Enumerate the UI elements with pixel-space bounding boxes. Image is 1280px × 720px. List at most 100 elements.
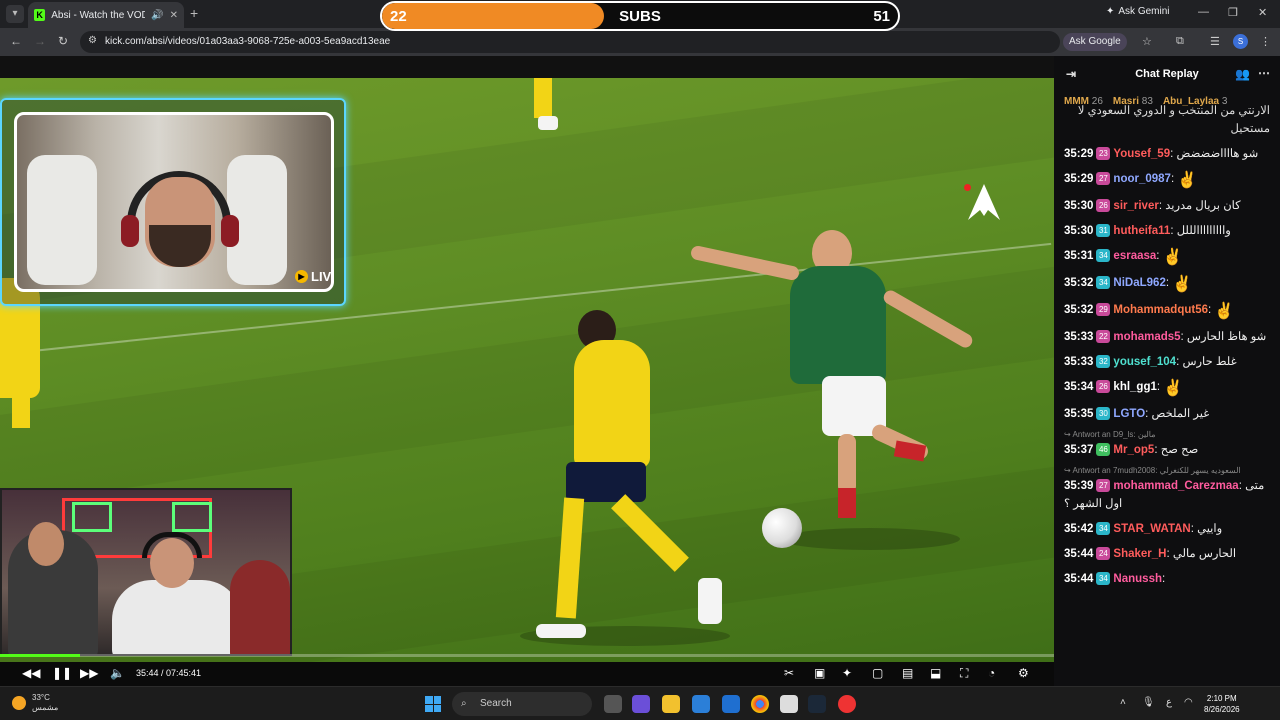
close-tab-icon[interactable]: ✕ [170, 10, 178, 21]
emote-icon: ✌ [1177, 172, 1198, 189]
copilot-icon[interactable] [632, 695, 650, 713]
chat-username[interactable]: NiDaL962 [1113, 277, 1165, 289]
chat-username[interactable]: mohammad_Carezmaa [1113, 480, 1238, 492]
restore-button[interactable]: ❐ [1228, 6, 1238, 19]
tray-chevron-icon[interactable]: ˄ [1120, 697, 1126, 708]
subscriber-badge: 34 [1096, 276, 1111, 289]
player-controls: ◀◀ ❚❚ ▶▶ 🔈 35:44 / 07:45:41 ✂ ▣ ✦ ▢ ▤ ⬓ … [0, 662, 1054, 686]
language-icon[interactable]: ع [1166, 697, 1172, 708]
system-clock[interactable]: 2:10 PM 8/26/2026 [1204, 693, 1240, 715]
close-window-button[interactable]: ✕ [1258, 6, 1267, 19]
app-icon[interactable] [838, 695, 856, 713]
windows-taskbar: 33°C مشمس ⌕ Search ˄ 🎙 ع ◠ 2:10 PM 8/26/… [0, 686, 1280, 720]
forward-icon[interactable]: ▶▶ [80, 666, 98, 680]
reading-list-icon[interactable]: ☰ [1210, 35, 1220, 48]
chat-username[interactable]: yousef_104 [1113, 356, 1176, 368]
message-time: 35:42 [1064, 523, 1094, 535]
chat-username[interactable]: sir_river [1113, 200, 1158, 212]
reload-button[interactable]: ↻ [58, 34, 68, 48]
chat-username[interactable]: esraasa [1113, 250, 1156, 262]
subscriber-badge: 34 [1096, 522, 1111, 535]
bookmark-star-icon[interactable]: ☆ [1142, 35, 1152, 48]
ask-gemini-label: Ask Gemini [1118, 6, 1170, 17]
clock-time: 2:10 PM [1206, 694, 1237, 703]
extensions-icon[interactable]: ⧉ [1176, 35, 1184, 48]
subs-goal: 51 [873, 8, 890, 25]
chrome-icon[interactable] [751, 695, 769, 713]
back-button[interactable]: ← [10, 34, 22, 48]
new-tab-button[interactable]: + [190, 5, 198, 21]
chat-message: 35:39 27 mohammad_Carezmaa: متى اول الشهر … [1064, 477, 1270, 513]
ask-google-button[interactable]: Ask Google [1063, 33, 1127, 51]
message-time: 35:32 [1064, 277, 1094, 289]
users-icon[interactable]: 👥 [1235, 67, 1250, 81]
chat-message-text: كان بريال مدريد [1165, 200, 1241, 212]
profile-avatar[interactable]: S [1233, 34, 1248, 49]
video-progress-bar[interactable] [0, 654, 1054, 657]
rewind-icon[interactable]: ◀◀ [22, 666, 40, 680]
message-time: 35:30 [1064, 225, 1094, 237]
site-info-icon[interactable]: ⚙ [88, 35, 97, 46]
pause-icon[interactable]: ❚❚ [52, 666, 72, 680]
menu-dots-icon[interactable]: ⋮ [1260, 35, 1271, 48]
store-icon[interactable] [692, 695, 710, 713]
neon-sign [72, 502, 112, 532]
cast-icon[interactable]: ⬓ [930, 666, 941, 680]
guest-face [28, 522, 64, 566]
tab-search-button[interactable]: ▾ [6, 5, 24, 23]
chat-username[interactable]: Nanussh [1113, 573, 1162, 585]
start-button[interactable] [425, 696, 441, 712]
theater-icon[interactable]: ▤ [902, 666, 913, 680]
chat-message: 35:35 30 LGTO: غير الملخص [1064, 405, 1270, 423]
chat-message: 35:44 24 Shaker_H: الحارس مالي [1064, 545, 1270, 563]
reply-reference[interactable]: ↪ Antwort an D9_ls: مالين [1064, 430, 1270, 439]
minimize-button[interactable]: — [1198, 6, 1209, 18]
active-tab[interactable]: K Absi - Watch the VOD on K 🔊 ✕ [28, 2, 184, 28]
emote-icon: ✌ [1172, 276, 1193, 293]
subs-goal-bar: 22 SUBS 51 [380, 1, 900, 31]
chat-username[interactable]: Mohammadqut56 [1113, 304, 1208, 316]
settings-gear-icon[interactable]: ⚙ [1018, 666, 1029, 680]
chat-message: 35:33 22 mohamads5: شو هاظ الحارس [1064, 328, 1270, 346]
chat-username[interactable]: hutheifa11 [1113, 225, 1170, 237]
volume-icon[interactable]: 🔈 [110, 666, 125, 680]
taskbar-search[interactable]: ⌕ Search [452, 692, 592, 716]
captions-icon[interactable]: ▣ [814, 666, 825, 680]
speaker-icon[interactable]: 🔊 [151, 10, 163, 21]
subscriber-badge: 30 [1096, 407, 1111, 420]
steam-icon[interactable] [808, 695, 826, 713]
chat-username[interactable]: LGTO [1113, 408, 1145, 420]
sparkle-icon[interactable]: ✦ [842, 666, 852, 680]
message-time: 35:33 [1064, 356, 1094, 368]
chat-username[interactable]: Yousef_59 [1113, 148, 1170, 160]
chat-menu-icon[interactable]: ⋯ [1258, 66, 1270, 80]
chat-username[interactable]: noor_0987 [1113, 173, 1171, 185]
address-bar[interactable]: ⚙ kick.com/absi/videos/01a03aa3-9068-725… [80, 31, 1060, 53]
file-explorer-icon[interactable] [662, 695, 680, 713]
chat-username[interactable]: Mr_op5 [1113, 444, 1154, 456]
message-time: 35:32 [1064, 304, 1094, 316]
chat-message: 35:37 46 Mr_op5: صح صح [1064, 441, 1270, 459]
miniplayer-icon[interactable]: ▢ [872, 666, 883, 680]
notepad-icon[interactable] [780, 695, 798, 713]
microphone-icon[interactable]: 🎙 [1142, 697, 1155, 708]
forward-button[interactable]: → [34, 34, 46, 48]
reply-reference[interactable]: ↪ Antwort an 7mudh2008: السعوديه يسهر لل… [1064, 466, 1270, 475]
speed-icon[interactable]: ◔ [988, 666, 995, 680]
subscriber-badge: 26 [1096, 199, 1111, 212]
chat-username[interactable]: STAR_WATAN [1113, 523, 1190, 535]
fullscreen-icon[interactable]: ⛶ [960, 666, 968, 681]
chat-message: 35:29 27 noor_0987: ✌ [1064, 170, 1270, 190]
streamer-webcam: ▶ LIVE [14, 112, 334, 292]
ask-gemini-button[interactable]: ✦ Ask Gemini [1106, 6, 1170, 17]
weather-widget[interactable]: 33°C مشمس [12, 693, 58, 713]
chat-username[interactable]: Shaker_H [1113, 548, 1166, 560]
chat-username[interactable]: mohamads5 [1113, 331, 1180, 343]
wifi-icon[interactable]: ◠ [1184, 697, 1193, 708]
chat-message: 35:29 23 Yousef_59: شو هااااضضضض [1064, 145, 1270, 163]
clip-icon[interactable]: ✂ [784, 666, 794, 680]
chat-username[interactable]: khl_gg1 [1113, 381, 1156, 393]
task-view-icon[interactable] [604, 695, 622, 713]
collapse-chat-icon[interactable]: ⇥ [1066, 67, 1076, 81]
outlook-icon[interactable] [722, 695, 740, 713]
